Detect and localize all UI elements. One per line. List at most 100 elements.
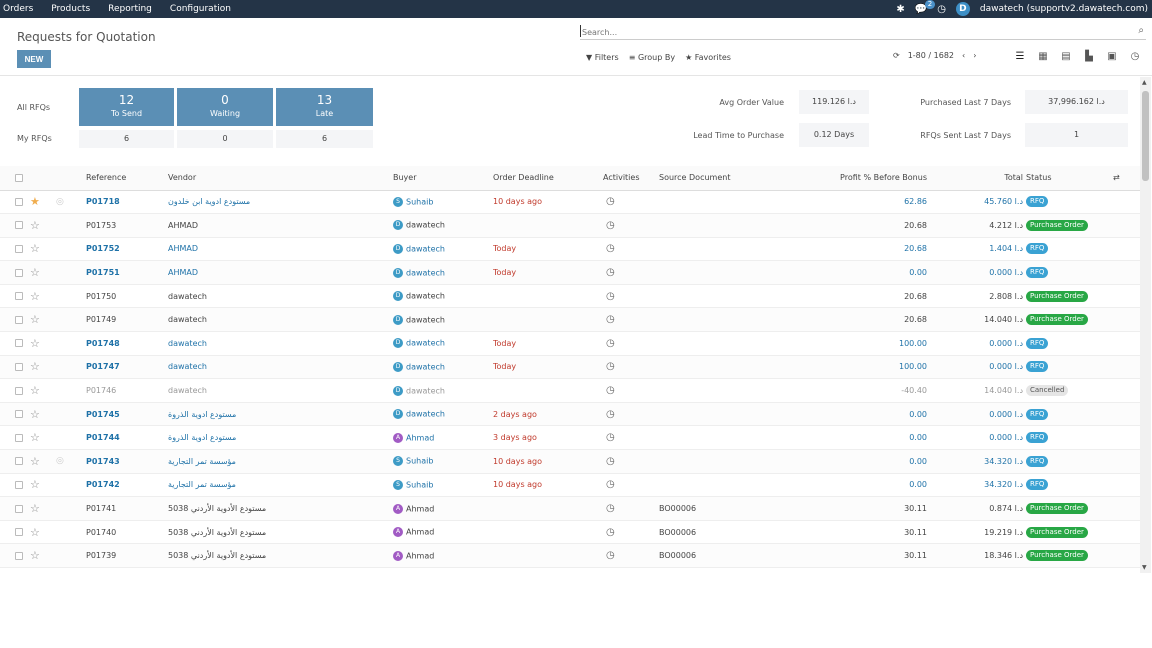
search-input[interactable]	[582, 26, 1112, 38]
menu-reporting[interactable]: Reporting	[99, 4, 161, 14]
row-activity[interactable]: ◷	[603, 331, 659, 356]
row-reference[interactable]: P01744	[86, 425, 168, 451]
my-late[interactable]: 6	[276, 130, 373, 148]
table-row[interactable]: ☆ P01739 5038 مستودع الأدوية الأردني A Ahmad…	[0, 543, 1140, 568]
row-activity[interactable]: ◷	[603, 496, 659, 521]
row-checkbox[interactable]	[0, 520, 30, 545]
col-total[interactable]: Total	[927, 166, 1023, 191]
my-to-send[interactable]: 6	[79, 130, 174, 148]
row-activity[interactable]: ◷	[603, 190, 659, 215]
row-checkbox[interactable]	[0, 402, 30, 427]
col-activities[interactable]: Activities	[603, 166, 659, 191]
row-reference[interactable]: P01742	[86, 473, 168, 498]
table-row[interactable]: ☆ P01753 AHMAD Ddawatech ◷ 20.68 4.212 د.ا Purc…	[0, 213, 1140, 238]
favorite-toggle[interactable]: ☆	[30, 543, 56, 568]
table-row[interactable]: ★ ◎ P01718 مستودع ادوية ابن خلدون S Suhaib 10 …	[0, 190, 1140, 215]
chevron-right-icon[interactable]: ›	[973, 51, 976, 60]
table-row[interactable]: ☆ P01741 5038 مستودع الأدوية الأردني A Ahmad…	[0, 496, 1140, 521]
optional-columns-toggle[interactable]: ⇄	[1113, 166, 1140, 191]
search-icon[interactable]: ⌕	[1138, 25, 1144, 36]
tile-late[interactable]: 13 Late	[276, 88, 373, 126]
table-row[interactable]: ☆ P01752 AHMAD Ddawatech Today ◷ 20.68 1.404 د.…	[0, 237, 1140, 262]
row-activity[interactable]: ◷	[603, 520, 659, 545]
activity-view-icon[interactable]: ◷	[1129, 51, 1141, 62]
row-reference[interactable]: P01749	[86, 307, 168, 333]
chat-icon[interactable]: 💬 2	[915, 0, 936, 15]
groupby-button[interactable]: ≡ Group By	[629, 53, 675, 62]
activity-clock-icon[interactable]: ◷	[937, 4, 946, 15]
table-row[interactable]: ☆ P01746 dawatech Ddawatech ◷ -40.40 14.040 د.…	[0, 378, 1140, 403]
graph-view-icon[interactable]: ▙	[1083, 51, 1095, 62]
row-checkbox[interactable]	[0, 473, 30, 498]
my-waiting[interactable]: 0	[177, 130, 273, 148]
row-reference[interactable]: P01753	[86, 213, 168, 238]
row-reference[interactable]: P01747	[86, 355, 168, 380]
col-profit[interactable]: Profit % Before Bonus	[779, 166, 927, 191]
table-row[interactable]: ☆ P01747 dawatech Ddawatech Today ◷ 100.00 0.00…	[0, 355, 1140, 380]
favorite-toggle[interactable]: ☆	[30, 496, 56, 521]
menu-configuration[interactable]: Configuration	[161, 4, 240, 14]
favorite-toggle[interactable]: ☆	[30, 237, 56, 262]
row-reference[interactable]: P01718	[86, 190, 168, 215]
favorites-button[interactable]: ★ Favorites	[685, 53, 731, 62]
row-checkbox[interactable]	[0, 378, 30, 403]
row-reference[interactable]: P01739	[86, 543, 168, 568]
filters-button[interactable]: ▼ Filters	[586, 53, 619, 62]
row-checkbox[interactable]	[0, 496, 30, 521]
menu-products[interactable]: Products	[42, 4, 99, 14]
scrollbar[interactable]: ▲ ▼	[1140, 77, 1151, 573]
row-activity[interactable]: ◷	[603, 260, 659, 285]
row-checkbox[interactable]	[0, 190, 30, 215]
favorite-toggle[interactable]: ★	[30, 190, 56, 215]
row-checkbox[interactable]	[0, 425, 30, 451]
row-activity[interactable]: ◷	[603, 355, 659, 380]
chevron-left-icon[interactable]: ‹	[962, 51, 965, 60]
col-buyer[interactable]: Buyer	[393, 166, 493, 191]
row-reference[interactable]: P01748	[86, 331, 168, 356]
favorite-toggle[interactable]: ☆	[30, 473, 56, 498]
row-checkbox[interactable]	[0, 331, 30, 356]
favorite-toggle[interactable]: ☆	[30, 425, 56, 451]
col-source-document[interactable]: Source Document	[659, 166, 779, 191]
favorite-toggle[interactable]: ☆	[30, 449, 56, 474]
row-reference[interactable]: P01743	[86, 449, 168, 474]
favorite-toggle[interactable]: ☆	[30, 284, 56, 309]
row-reference[interactable]: P01741	[86, 496, 168, 521]
table-row[interactable]: ☆ P01749 dawatech Ddawatech ◷ 20.68 14.040 د.ا…	[0, 307, 1140, 333]
row-activity[interactable]: ◷	[603, 307, 659, 333]
row-activity[interactable]: ◷	[603, 425, 659, 451]
favorite-toggle[interactable]: ☆	[30, 402, 56, 427]
select-all-checkbox[interactable]	[0, 166, 30, 191]
row-activity[interactable]: ◷	[603, 213, 659, 238]
tile-to-send[interactable]: 12 To Send	[79, 88, 174, 126]
table-row[interactable]: ☆ P01750 dawatech Ddawatech ◷ 20.68 2.808 د.ا P…	[0, 284, 1140, 309]
table-row[interactable]: ☆ ◎ P01743 مؤسسة تمر التجارية S Suhaib 10 days…	[0, 449, 1140, 474]
scroll-down-icon[interactable]: ▼	[1142, 564, 1147, 571]
row-reference[interactable]: P01746	[86, 378, 168, 403]
table-row[interactable]: ☆ P01751 AHMAD Ddawatech Today ◷ 0.00 0.000 د.ا…	[0, 260, 1140, 285]
row-reference[interactable]: P01740	[86, 520, 168, 545]
favorite-toggle[interactable]: ☆	[30, 307, 56, 333]
row-activity[interactable]: ◷	[603, 284, 659, 309]
row-activity[interactable]: ◷	[603, 473, 659, 498]
row-checkbox[interactable]	[0, 355, 30, 380]
user-avatar[interactable]: D	[955, 2, 970, 16]
table-row[interactable]: ☆ P01742 مؤسسة تمر التجارية S Suhaib 10 days …	[0, 473, 1140, 498]
row-activity[interactable]: ◷	[603, 402, 659, 427]
new-button[interactable]: NEW	[17, 50, 51, 68]
favorite-toggle[interactable]: ☆	[30, 331, 56, 356]
row-checkbox[interactable]	[0, 307, 30, 333]
favorite-toggle[interactable]: ☆	[30, 213, 56, 238]
row-activity[interactable]: ◷	[603, 449, 659, 474]
row-checkbox[interactable]	[0, 284, 30, 309]
row-activity[interactable]: ◷	[603, 378, 659, 403]
table-row[interactable]: ☆ P01745 مستودع ادوية الذروة Ddawatech 2 day…	[0, 402, 1140, 427]
pivot-view-icon[interactable]: ▤	[1060, 51, 1072, 62]
table-row[interactable]: ☆ P01740 5038 مستودع الأدوية الأردني A Ahmad…	[0, 520, 1140, 545]
row-reference[interactable]: P01752	[86, 237, 168, 262]
list-view-icon[interactable]: ☰	[1014, 51, 1026, 62]
kanban-view-icon[interactable]: ▦	[1037, 51, 1049, 62]
scroll-thumb[interactable]	[1142, 91, 1149, 181]
pager-value[interactable]: 1-80 / 1682	[908, 51, 954, 60]
row-checkbox[interactable]	[0, 260, 30, 285]
